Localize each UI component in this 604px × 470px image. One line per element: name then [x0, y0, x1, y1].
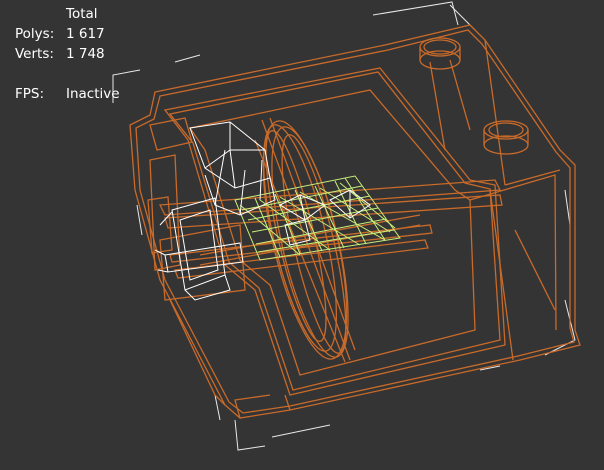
polys-label: Polys:: [15, 26, 55, 42]
perspective-viewport[interactable]: Total Polys: 1 617 Verts: 1 748 FPS: Ina…: [0, 0, 604, 470]
verts-label: Verts:: [15, 46, 54, 62]
verts-value: 1 748: [66, 46, 105, 62]
fps-label: FPS:: [15, 86, 45, 102]
wireframe-scene[interactable]: [0, 0, 604, 470]
fps-value: Inactive: [66, 86, 120, 102]
polys-value: 1 617: [66, 26, 105, 42]
stats-header: Total: [66, 6, 98, 22]
